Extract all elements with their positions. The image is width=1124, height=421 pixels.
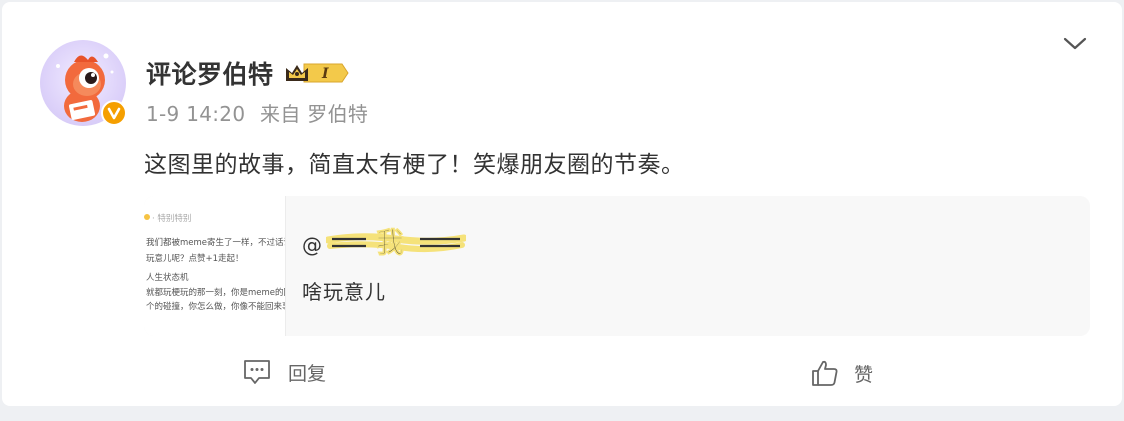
post-source[interactable]: 来自 罗伯特 bbox=[260, 102, 368, 126]
thumb-text: 个的碰撞，你怎么做，你像不能回来事下方的一 bbox=[146, 302, 285, 312]
verified-v-icon bbox=[101, 100, 127, 126]
redacted-username: 我 bbox=[324, 222, 468, 266]
level-text: I bbox=[321, 66, 329, 82]
post-meta: 1-9 14:20 来自 罗伯特 bbox=[146, 98, 376, 127]
like-button[interactable]: 赞 bbox=[810, 358, 873, 388]
at-symbol: @ bbox=[302, 233, 322, 257]
member-level-badge[interactable]: I bbox=[284, 61, 350, 89]
reply-button[interactable]: 回复 bbox=[242, 358, 326, 386]
repost-card[interactable]: · 特别特别 我们都被meme寄生了一样，不过话说回 玩意儿呢？点赞+1走起！ … bbox=[144, 196, 1090, 336]
chevron-down-icon[interactable] bbox=[1063, 34, 1087, 56]
comment-card: 评论罗伯特 I 1-9 14:20 来自 罗伯特 这图里的故事，简直太有梗了！笑… bbox=[2, 2, 1122, 406]
repost-mention[interactable]: @ bbox=[302, 233, 322, 257]
scribble-glyph: 我 bbox=[376, 226, 404, 259]
repost-thumbnail[interactable]: · 特别特别 我们都被meme寄生了一样，不过话说回 玩意儿呢？点赞+1走起！ … bbox=[144, 196, 286, 336]
thumb-text: 我们都被meme寄生了一样，不过话说回 bbox=[146, 238, 286, 248]
comment-text: 这图里的故事，简直太有梗了！笑爆朋友圈的节奏。 bbox=[144, 152, 685, 178]
author-name[interactable]: 评论罗伯特 bbox=[146, 55, 274, 91]
thumbs-up-icon bbox=[810, 358, 840, 388]
post-time: 1-9 14:20 bbox=[146, 102, 246, 126]
thumb-text: 就都玩梗玩的那一刻，你是meme的回音者和转化 bbox=[146, 288, 285, 298]
thumb-text: 玩意儿呢？点赞+1走起！ bbox=[146, 254, 244, 264]
like-label: 赞 bbox=[854, 363, 874, 386]
comment-icon bbox=[242, 358, 272, 386]
thumb-text: · 特别特别 bbox=[152, 214, 192, 224]
repost-text: 啥玩意儿 bbox=[302, 280, 386, 304]
thumb-text: 人生状态机 bbox=[146, 273, 189, 283]
reply-label: 回复 bbox=[288, 362, 327, 385]
